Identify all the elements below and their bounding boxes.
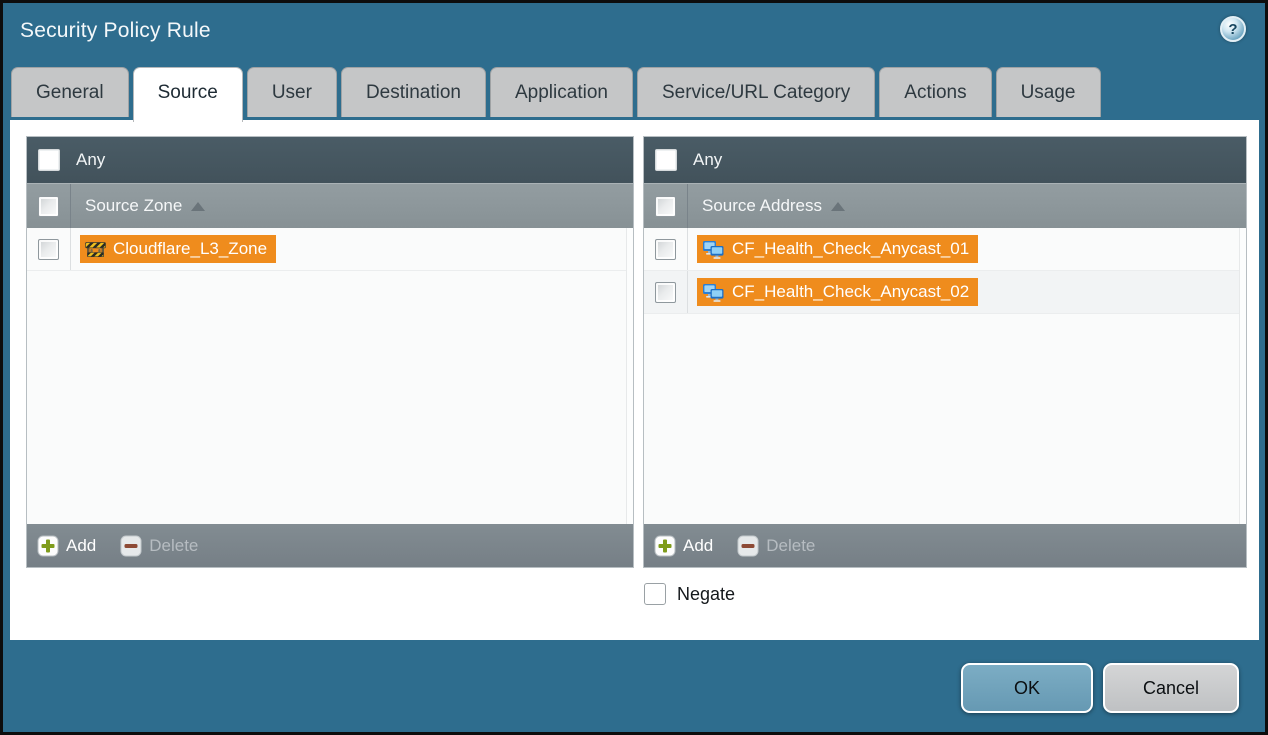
source-address-column-title: Source Address [702, 196, 822, 216]
table-row: CF_Health_Check_Anycast_02 [644, 271, 1246, 314]
source-zone-column-title: Source Zone [85, 196, 182, 216]
negate-option: Negate [644, 583, 735, 605]
tab-bar: General Source User Destination Applicat… [11, 67, 1105, 122]
source-address-toolbar: Add Delete [644, 524, 1246, 567]
help-icon[interactable]: ? [1220, 16, 1246, 42]
plus-icon [654, 535, 676, 557]
zone-name: Cloudflare_L3_Zone [113, 239, 267, 259]
source-zone-any-bar: Any [27, 137, 633, 183]
table-row: CF_Health_Check_Anycast_01 [644, 228, 1246, 271]
source-address-any-label: Any [693, 150, 722, 170]
source-address-panel: Any Source Address [643, 136, 1247, 568]
ok-button[interactable]: OK [961, 663, 1093, 713]
minus-icon [737, 535, 759, 557]
select-all-cell [644, 184, 688, 228]
source-address-any-checkbox[interactable] [655, 149, 677, 171]
tab-source[interactable]: Source [133, 67, 243, 122]
row-checkbox[interactable] [655, 282, 676, 303]
source-zone-list: Cloudflare_L3_Zone [27, 228, 633, 524]
add-label: Add [66, 536, 96, 556]
scrollbar-track[interactable] [1239, 228, 1246, 524]
source-zone-any-label: Any [76, 150, 105, 170]
zone-icon [85, 241, 106, 258]
source-address-column-header[interactable]: Source Address [644, 183, 1246, 228]
delete-label: Delete [149, 536, 198, 556]
tab-application[interactable]: Application [490, 67, 633, 117]
address-object-chip[interactable]: CF_Health_Check_Anycast_01 [697, 235, 978, 263]
add-label: Add [683, 536, 713, 556]
address-icon [702, 283, 725, 302]
add-button[interactable]: Add [37, 535, 96, 557]
address-object-chip[interactable]: CF_Health_Check_Anycast_02 [697, 278, 978, 306]
source-zone-any-checkbox[interactable] [38, 149, 60, 171]
dialog-titlebar: Security Policy Rule ? [3, 3, 1265, 65]
cancel-button[interactable]: Cancel [1103, 663, 1239, 713]
plus-icon [37, 535, 59, 557]
tab-usage[interactable]: Usage [996, 67, 1101, 117]
source-zone-panel: Any Source Zone [26, 136, 634, 568]
scrollbar-track[interactable] [626, 228, 633, 524]
source-address-any-bar: Any [644, 137, 1246, 183]
address-icon [702, 240, 725, 259]
source-tab-content: Any Source Zone [10, 120, 1259, 640]
delete-button[interactable]: Delete [737, 535, 815, 557]
tab-service-url-category[interactable]: Service/URL Category [637, 67, 875, 117]
dialog-title: Security Policy Rule [20, 19, 211, 43]
tab-destination[interactable]: Destination [341, 67, 486, 117]
delete-label: Delete [766, 536, 815, 556]
minus-icon [120, 535, 142, 557]
source-address-list: CF_Health_Check_Anycast_01 [644, 228, 1246, 524]
sort-ascending-icon [191, 202, 205, 211]
table-row: Cloudflare_L3_Zone [27, 228, 633, 271]
source-address-select-all-checkbox[interactable] [655, 196, 676, 217]
tab-general[interactable]: General [11, 67, 129, 117]
row-checkbox[interactable] [655, 239, 676, 260]
source-zone-select-all-checkbox[interactable] [38, 196, 59, 217]
zone-object-chip[interactable]: Cloudflare_L3_Zone [80, 235, 276, 263]
tab-actions[interactable]: Actions [879, 67, 991, 117]
row-checkbox-cell [644, 228, 688, 270]
tab-user[interactable]: User [247, 67, 337, 117]
source-zone-column-header[interactable]: Source Zone [27, 183, 633, 228]
select-all-cell [27, 184, 71, 228]
sort-ascending-icon [831, 202, 845, 211]
delete-button[interactable]: Delete [120, 535, 198, 557]
row-checkbox[interactable] [38, 239, 59, 260]
address-name: CF_Health_Check_Anycast_02 [732, 282, 969, 302]
row-checkbox-cell [27, 228, 71, 270]
negate-label: Negate [677, 584, 735, 605]
security-policy-rule-dialog: Security Policy Rule ? General Source Us… [0, 0, 1268, 735]
row-checkbox-cell [644, 271, 688, 313]
add-button[interactable]: Add [654, 535, 713, 557]
negate-checkbox[interactable] [644, 583, 666, 605]
address-name: CF_Health_Check_Anycast_01 [732, 239, 969, 259]
source-zone-toolbar: Add Delete [27, 524, 633, 567]
